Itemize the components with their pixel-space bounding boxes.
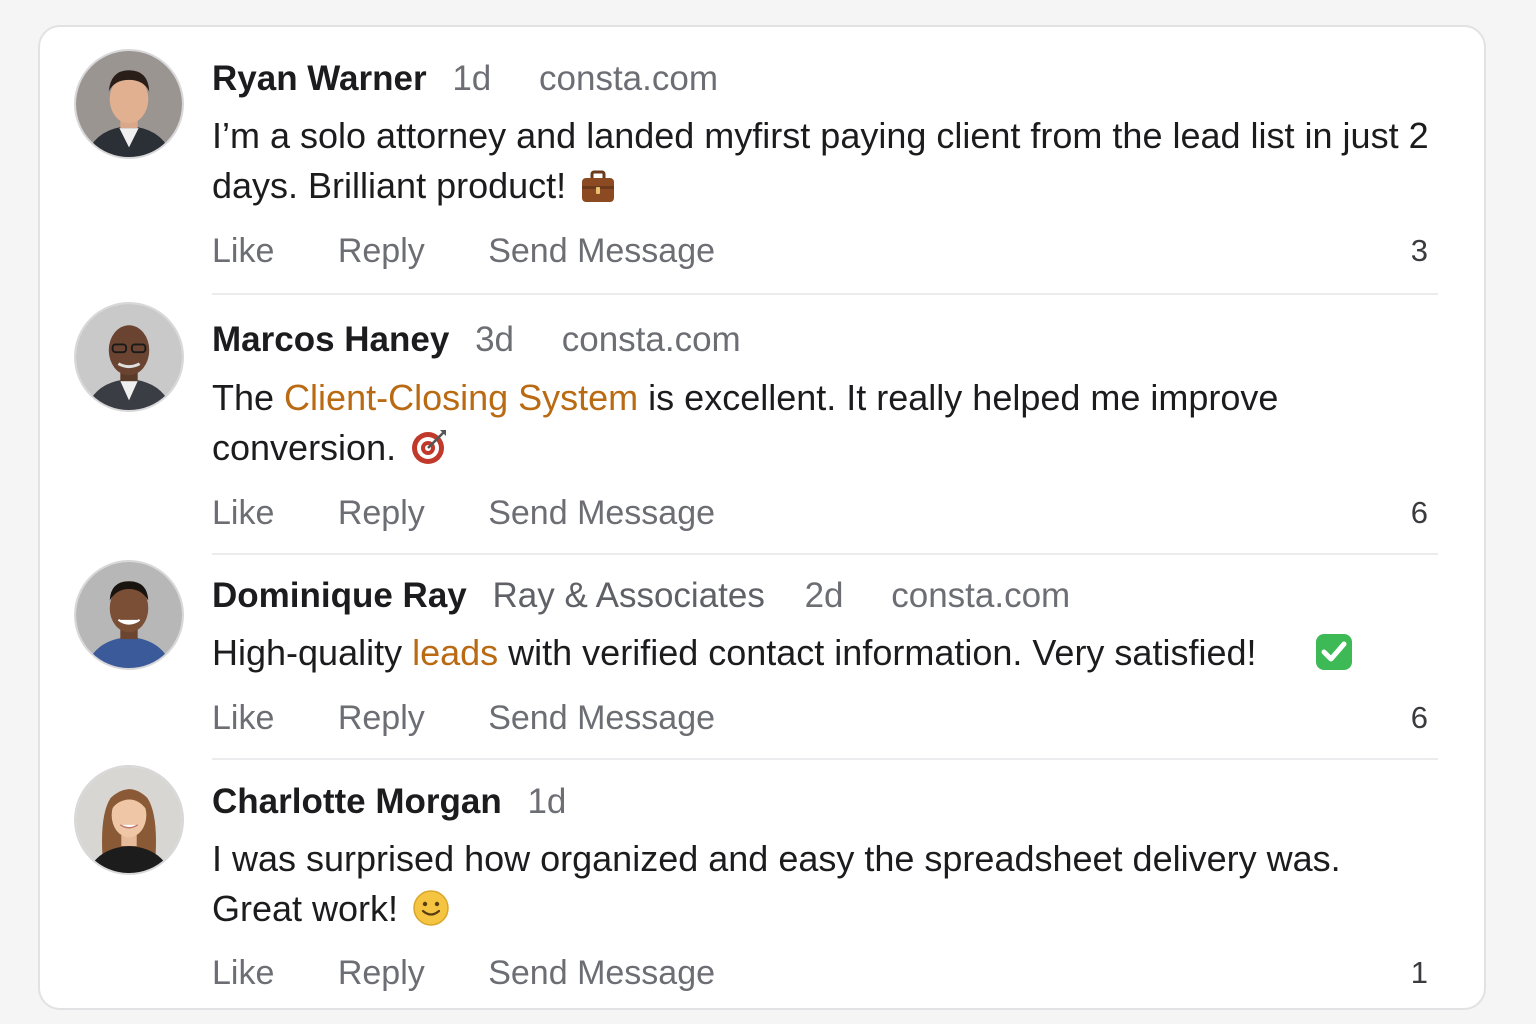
comment-text: I’m a solo attorney and landed myfirst p… [212,111,1432,217]
like-count: 6 [1410,495,1428,530]
domain-link[interactable]: consta.com [891,576,1070,615]
highlight-link[interactable]: leads [412,632,498,673]
target-icon [410,428,448,479]
reply-button[interactable]: Reply [338,954,425,992]
domain-link[interactable]: consta.com [562,320,741,359]
author-organization: Ray & Associates [492,576,765,615]
comment-text-start: High-quality [212,632,413,673]
comment-actions: Like Reply Send Message [212,953,769,993]
send-message-button[interactable]: Send Message [488,232,715,270]
avatar[interactable] [74,302,184,412]
divider [212,758,1438,760]
divider [212,293,1438,295]
comment-actions: Like Reply Send Message [212,493,769,533]
comment-header: Dominique Ray Ray & Associates 2d consta… [212,576,1070,616]
check-mark-icon [1315,633,1353,684]
comments-card: Ryan Warner 1d consta.com I’m a solo att… [38,25,1486,1010]
like-button[interactable]: Like [212,232,274,270]
like-button[interactable]: Like [212,954,274,992]
comment-text: I was surprised how organized and easy t… [212,834,1432,940]
comment-header: Marcos Haney 3d consta.com [212,320,741,360]
like-button[interactable]: Like [212,699,274,737]
timestamp: 3d [475,320,514,359]
highlight-link[interactable]: Client-Closing System [284,377,638,418]
timestamp: 1d [527,782,567,821]
briefcase-icon [580,167,616,217]
author-name[interactable]: Charlotte Morgan [212,782,502,821]
comment-text-start: The [212,377,285,418]
comment-text: High-quality leads with verified contact… [212,628,1452,684]
reply-button[interactable]: Reply [338,232,425,270]
divider [212,553,1438,555]
like-count: 3 [1410,233,1428,268]
author-name[interactable]: Marcos Haney [212,320,449,359]
comment-text: The Client-Closing System is excellent. … [212,373,1432,479]
comment-actions: Like Reply Send Message [212,231,769,271]
avatar[interactable] [74,765,184,875]
reply-button[interactable]: Reply [338,699,425,737]
send-message-button[interactable]: Send Message [488,699,715,737]
avatar-portrait [76,51,182,157]
avatar-portrait [76,562,182,668]
comment-text-end: with verified contact information. Very … [498,632,1257,673]
comment-header: Ryan Warner 1d consta.com [212,59,718,99]
comment-text-main: I was surprised how organized and easy t… [212,838,1341,929]
send-message-button[interactable]: Send Message [488,494,715,532]
timestamp: 1d [452,59,492,98]
like-count: 6 [1410,700,1428,735]
reply-button[interactable]: Reply [338,494,425,532]
comment-actions: Like Reply Send Message [212,698,769,738]
smiley-icon [412,889,450,940]
avatar[interactable] [74,560,184,670]
comment-text-main: I’m a solo attorney and landed myfirst p… [212,115,1429,206]
author-name[interactable]: Ryan Warner [212,59,427,98]
avatar-portrait [76,304,182,410]
domain-link[interactable]: consta.com [539,59,718,98]
comment-header: Charlotte Morgan 1d [212,782,604,822]
avatar-portrait [76,767,182,873]
like-button[interactable]: Like [212,494,274,532]
author-name[interactable]: Dominique Ray [212,576,467,615]
like-count: 1 [1410,955,1428,990]
avatar[interactable] [74,49,184,159]
send-message-button[interactable]: Send Message [488,954,715,992]
timestamp: 2d [804,576,844,615]
